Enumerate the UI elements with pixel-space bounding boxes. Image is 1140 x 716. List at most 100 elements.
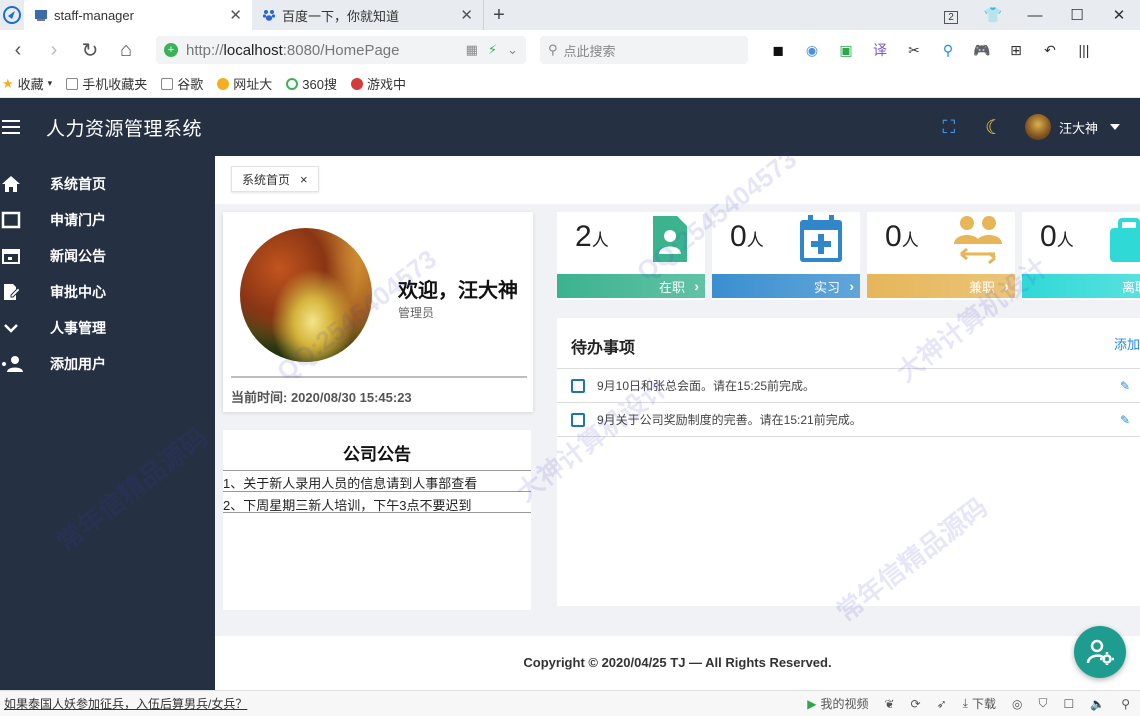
edit-pencil-icon[interactable]: ✎ [1120,413,1130,427]
video-play-icon: ▶ [807,696,817,711]
stat-card-intern[interactable]: 0人 实习 › [712,212,860,300]
window-close-icon[interactable]: ✕ [1098,6,1140,24]
stat-card-resigned[interactable]: 0人 离职 [1022,212,1140,300]
url-host: localhost [223,41,283,59]
hamburger-menu-icon[interactable] [0,120,22,134]
menu-icon[interactable]: ||| [1074,40,1094,60]
search-input[interactable]: ⚲ 点此搜索 [540,36,748,64]
bookmark-games[interactable]: 游戏中 [350,74,406,93]
browser-logo-icon[interactable] [0,0,24,30]
sidebar-item-home[interactable]: 系统首页 [0,166,215,202]
sidebar-item-hr[interactable]: 人事管理 [0,310,215,346]
magnifier-icon[interactable]: ⚲ [938,40,958,60]
close-tab-icon[interactable]: ✕ [229,6,242,24]
sidebar-item-label: 申请门户 [50,212,106,228]
speaker-icon[interactable]: 🔈 [1090,697,1105,711]
minimize-icon[interactable]: — [1014,7,1056,24]
undo-icon[interactable]: ↶ [1040,40,1060,60]
new-tab-button[interactable]: + [484,0,514,30]
maximize-icon[interactable]: ☐ [1056,6,1098,24]
moon-icon[interactable]: ☾ [985,115,1003,140]
tab-home[interactable]: 系统首页 × [231,166,319,192]
window-icon[interactable]: ☐ [1063,697,1074,711]
avatar[interactable] [1024,114,1051,140]
stat-count: 0人 [730,220,764,254]
notice-card: 公司公告 1、关于新人录用人员的信息请到人事部查看 2、下周星期三新人培训，下午… [223,430,531,610]
stat-bar[interactable]: 兼职 › [867,274,1015,298]
scissors-icon[interactable]: ✂ [904,40,924,60]
edit-pencil-icon[interactable]: ✎ [1120,379,1130,393]
sidebar-item-apply[interactable]: 申请门户 [0,202,215,238]
news-ticker-link[interactable]: 如果泰国人妖参加征兵，入伍后算男兵/女兵？ [4,695,247,712]
bookmark-favorites[interactable]: ★ 收藏 ▾ [2,74,52,93]
sidebar-item-approval[interactable]: 审批中心 [0,274,215,310]
url-input[interactable]: + http://localhost:8080/HomePage ▦ ⚡ ⌄ [156,36,526,64]
stat-bar[interactable]: 离职 [1022,274,1140,298]
reload-icon[interactable]: ↻ [72,38,108,63]
search-icon: ⚲ [548,42,558,57]
todo-title: 待办事项 [571,340,636,357]
caret-down-icon[interactable] [1110,124,1120,130]
bookmark-url-nav[interactable]: 网址大 [217,74,272,93]
green-square-icon[interactable]: ▣ [836,40,856,60]
notice-item[interactable]: 1、关于新人录用人员的信息请到人事部查看 [223,473,477,492]
browser-tab-staff-manager[interactable]: staff-manager ✕ [24,0,252,30]
todo-item: 9月10日和张总会面。请在15:25前完成。 ✎ [557,369,1140,402]
todo-checkbox[interactable] [571,412,585,427]
sidebar-item-add-user[interactable]: 添加用户 [0,346,215,382]
close-icon[interactable]: × [300,172,308,187]
blue-circle-icon[interactable]: ◉ [802,40,822,60]
user-settings-button[interactable] [1074,626,1126,678]
stat-card-active[interactable]: 2人 在职 › [557,212,705,300]
back-icon[interactable]: ‹ [0,39,36,62]
calendar-icon [0,247,50,265]
close-tab-icon[interactable]: ✕ [460,6,473,24]
compass-icon [217,77,230,90]
stat-bar[interactable]: 在职 › [557,274,705,298]
bookmark-label: 手机收藏夹 [82,77,148,92]
tab-count-badge[interactable]: 2 [930,7,972,24]
add-todo-button[interactable]: 添加 [1114,334,1140,353]
my-video-button[interactable]: ▶ 我的视频 [807,695,868,712]
todo-checkbox[interactable] [571,378,585,393]
lightning-icon[interactable]: ⚡ [488,42,497,58]
user-name[interactable]: 汪大神 [1059,118,1098,137]
refresh-circle-icon[interactable]: ⟳ [911,697,921,711]
translate-icon[interactable]: 译 [870,40,890,60]
tab-count: 2 [944,10,958,24]
search-icon[interactable]: ⚲ [1121,697,1130,711]
stat-unit: 人 [1056,231,1074,250]
grid-icon[interactable]: ▦ [466,42,478,58]
shield-icon[interactable]: ⛉ [1038,696,1047,711]
leaf-icon[interactable]: ❦ [884,697,894,711]
chevron-down-icon[interactable]: ⌄ [507,42,518,58]
shirt-icon[interactable]: 👕 [972,6,1014,24]
cookie-icon[interactable]: ◎ [1012,697,1022,711]
stat-number: 0 [730,220,747,253]
user-gear-icon [1086,639,1114,665]
footer: Copyright © 2020/04/25 TJ — All Rights R… [215,636,1140,690]
download-button[interactable]: ⤓ 下载 [963,695,996,712]
apps-grid-icon[interactable]: ⊞ [1006,40,1026,60]
bookmark-360[interactable]: 360搜 [286,74,337,93]
rocket-icon[interactable]: ➶ [937,697,947,711]
tab-label: 系统首页 [242,172,291,187]
forward-icon[interactable]: › [36,39,72,62]
fullscreen-icon[interactable]: ⛶ [942,117,955,138]
divider [223,491,531,492]
bookmark-google[interactable]: 谷歌 [161,74,203,93]
gamepad-icon[interactable]: 🎮 [972,40,992,60]
url-path: :8080/HomePage [282,41,400,59]
bookmark-mobile[interactable]: 手机收藏夹 [66,74,147,93]
page-icon [34,8,48,22]
ghost-icon[interactable]: ◼ [768,40,788,60]
stat-label: 离职 [1121,279,1140,295]
home-page-icon[interactable]: ⌂ [108,39,144,62]
sidebar-item-news[interactable]: 新闻公告 [0,238,215,274]
stat-bar[interactable]: 实习 › [712,274,860,298]
star-icon: ★ [2,75,14,91]
browser-tab-baidu[interactable]: 百度一下，你就知道 ✕ [252,0,484,30]
stat-card-parttime[interactable]: 0人 兼职 › [867,212,1015,300]
browser-tab-bar: staff-manager ✕ 百度一下，你就知道 ✕ + 2 👕 — ☐ ✕ [0,0,1140,30]
tab-label: staff-manager [54,7,134,23]
